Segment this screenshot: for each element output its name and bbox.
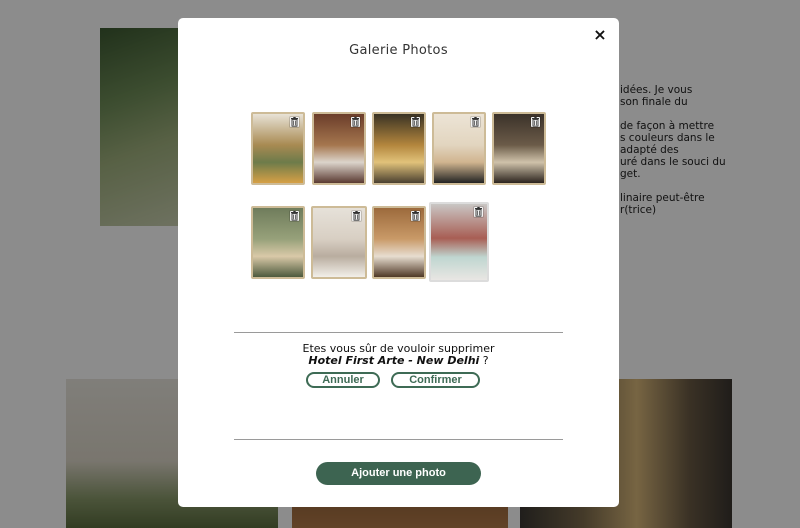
photo-gallery-modal: Galerie Photos × Etes vous sûr de vouloi… xyxy=(178,18,619,507)
modal-title: Galerie Photos xyxy=(349,43,448,58)
confirm-suffix: ? xyxy=(479,354,489,367)
trash-icon[interactable] xyxy=(471,117,480,127)
photo-thumbnail[interactable] xyxy=(492,112,546,185)
trash-icon[interactable] xyxy=(531,117,540,127)
add-photo-button[interactable]: Ajouter une photo xyxy=(316,462,481,485)
trash-icon[interactable] xyxy=(411,211,420,221)
trash-icon[interactable] xyxy=(290,211,299,221)
divider-bottom xyxy=(234,439,563,440)
photo-thumbnail[interactable] xyxy=(429,202,489,282)
confirm-item-name: Hotel First Arte - New Delhi xyxy=(308,354,480,367)
trash-icon[interactable] xyxy=(290,117,299,127)
photo-thumbnail[interactable] xyxy=(311,206,367,279)
cancel-button[interactable]: Annuler xyxy=(306,372,380,388)
trash-icon[interactable] xyxy=(474,207,483,217)
trash-icon[interactable] xyxy=(411,117,420,127)
photo-thumbnail[interactable] xyxy=(372,112,426,185)
photo-thumbnail[interactable] xyxy=(312,112,366,185)
photo-thumbnail[interactable] xyxy=(372,206,426,279)
trash-icon[interactable] xyxy=(351,117,360,127)
divider-top xyxy=(234,332,563,333)
close-icon[interactable]: × xyxy=(593,27,607,43)
photo-thumbnail[interactable] xyxy=(251,112,305,185)
photo-thumbnail[interactable] xyxy=(251,206,305,279)
photo-thumbnail[interactable] xyxy=(432,112,486,185)
delete-confirmation: Etes vous sûr de vouloir supprimer Hotel… xyxy=(178,343,619,367)
confirm-button[interactable]: Confirmer xyxy=(391,372,480,388)
confirm-item-line: Hotel First Arte - New Delhi ? xyxy=(178,355,619,367)
trash-icon[interactable] xyxy=(352,211,361,221)
